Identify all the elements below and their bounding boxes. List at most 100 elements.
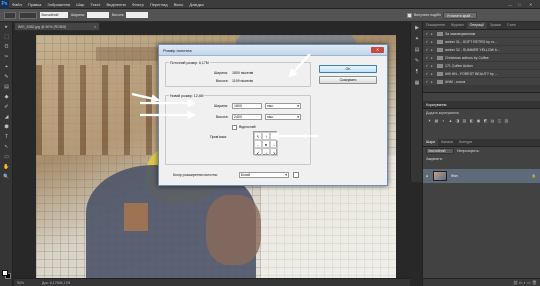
- actions-tab-4[interactable]: Стилі: [504, 22, 519, 29]
- action-check-icon[interactable]: ✓: [423, 48, 431, 52]
- adjustments-panel-header[interactable]: Коригування: [423, 101, 540, 109]
- tool-icon-7[interactable]: ◆: [0, 92, 13, 102]
- tool-icon-14[interactable]: ✋: [0, 162, 13, 172]
- anchor-cell-0[interactable]: ↖: [254, 132, 262, 140]
- zoom-level[interactable]: 50%: [17, 281, 24, 285]
- extension-color-label: Колір розширення полотна:: [173, 173, 218, 177]
- menu-item-8[interactable]: Вікно: [171, 2, 187, 7]
- tool-icon-3[interactable]: ✂: [0, 52, 13, 62]
- anchor-cell-2[interactable]: ↗: [270, 132, 278, 140]
- width-input[interactable]: 1800: [232, 103, 262, 109]
- actions-tab-0[interactable]: Поширення: [423, 22, 448, 29]
- adjustment-icon-3[interactable]: ▲: [447, 118, 454, 124]
- anchor-cell-5[interactable]: →: [270, 140, 278, 148]
- anchor-cell-3[interactable]: ←: [254, 140, 262, 148]
- action-set-row[interactable]: ✓ ▸ #09 HN - FOREST BEAUTY by ...: [423, 70, 540, 78]
- anchor-cell-1[interactable]: ↑: [262, 132, 270, 140]
- anchor-grid[interactable]: ↖ ↑ ↗ ← ● → ↙ ↓ ↘: [253, 131, 278, 156]
- tool-icon-4[interactable]: ⌖: [0, 62, 13, 72]
- tool-icon-5[interactable]: ✎: [0, 72, 13, 82]
- actions-tab-1[interactable]: Журнал: [448, 22, 467, 29]
- width-option-field[interactable]: [86, 12, 109, 18]
- action-check-icon[interactable]: ✓: [423, 32, 431, 36]
- width-unit-select[interactable]: пікс.: [265, 103, 301, 109]
- menu-item-3[interactable]: Шар: [73, 2, 87, 7]
- tool-icon-15[interactable]: 🔍: [0, 172, 13, 182]
- action-set-row[interactable]: ✓ ▸ amber 32 - SUMMER YELLOW b...: [423, 46, 540, 54]
- dialog-close-button[interactable]: ✕: [371, 47, 384, 53]
- actions-tab-2[interactable]: Операції: [466, 22, 487, 29]
- extension-color-swatch[interactable]: [293, 172, 299, 178]
- anchor-cell-8[interactable]: ↘: [270, 148, 278, 156]
- photo-child: [206, 195, 261, 265]
- height-input[interactable]: 2400: [232, 114, 262, 120]
- menu-item-7[interactable]: Перегляд: [147, 2, 171, 7]
- anchor-cell-6[interactable]: ↙: [254, 148, 262, 156]
- actions-tab-3[interactable]: Зразки: [487, 22, 504, 29]
- adjustment-icon-5[interactable]: ▧: [461, 118, 468, 124]
- maximize-button[interactable]: □: [518, 2, 520, 7]
- style-select[interactable]: Звичайний: [40, 12, 68, 18]
- adjustment-icon-1[interactable]: ▦: [433, 118, 440, 124]
- adjustment-icon-9[interactable]: ▤: [489, 118, 496, 124]
- action-check-icon[interactable]: ✓: [423, 80, 431, 84]
- document-tab[interactable]: IMG_5382.jpg @ 50% (RGB/8) ×: [14, 22, 100, 31]
- tool-icon-1[interactable]: ⬚: [0, 32, 13, 42]
- height-option-field[interactable]: [126, 12, 149, 18]
- selection-mode-buttons[interactable]: [19, 11, 37, 19]
- cancel-button[interactable]: Скасувати: [319, 76, 377, 84]
- tool-preset-picker[interactable]: [4, 11, 16, 19]
- action-check-icon[interactable]: ✓: [423, 64, 431, 68]
- anti-alias-checkbox[interactable]: [406, 12, 412, 18]
- ok-button[interactable]: OK: [319, 65, 377, 73]
- blend-mode-select[interactable]: Звичайний: [426, 148, 454, 154]
- menu-item-0[interactable]: Файл: [9, 2, 25, 7]
- tool-icon-0[interactable]: ▸: [0, 22, 13, 32]
- tool-icon-8[interactable]: ✐: [0, 102, 13, 112]
- adjustment-icon-6[interactable]: ◧: [468, 118, 475, 124]
- menu-item-4[interactable]: Текст: [87, 2, 103, 7]
- anchor-cell-7[interactable]: ↓: [262, 148, 270, 156]
- relative-checkbox[interactable]: [232, 125, 237, 130]
- close-document-icon[interactable]: ×: [94, 25, 96, 29]
- menu-item-9[interactable]: Довідка: [186, 2, 206, 7]
- menu-item-2[interactable]: Зображення: [44, 2, 73, 7]
- foreground-color-swatch[interactable]: [2, 270, 8, 276]
- layers-tab-0[interactable]: Шари: [423, 139, 439, 146]
- adjustment-icon-11[interactable]: ▥: [503, 118, 510, 124]
- layers-tab-2[interactable]: Контури: [456, 139, 475, 146]
- tool-icon-6[interactable]: ▤: [0, 82, 13, 92]
- menu-item-6[interactable]: Фільтр: [129, 2, 147, 7]
- action-set-row[interactable]: ✓ ▸ Christmas actions by Coffee: [423, 54, 540, 62]
- adjustment-icon-10[interactable]: ◫: [496, 118, 503, 124]
- layer-visibility-eye-icon[interactable]: ●: [426, 174, 433, 178]
- adjustment-icon-0[interactable]: ☀: [426, 118, 433, 124]
- menu-item-5[interactable]: Виділення: [103, 2, 128, 7]
- adjustment-icon-8[interactable]: ◩: [482, 118, 489, 124]
- anchor-cell-4[interactable]: ●: [262, 140, 270, 148]
- minimize-button[interactable]: —: [508, 2, 512, 7]
- adjustment-icon-2[interactable]: ◐: [440, 118, 447, 124]
- layer-row[interactable]: ● Фон 🔒: [423, 169, 540, 183]
- action-set-row[interactable]: ✓ ▸ 171 Coffee Action: [423, 62, 540, 70]
- action-check-icon[interactable]: ✓: [423, 40, 431, 44]
- tool-icon-9[interactable]: ◢: [0, 112, 13, 122]
- action-set-row[interactable]: ✓ ▸ За замовчуванням: [423, 30, 540, 38]
- adjustment-icon-7[interactable]: ▣: [475, 118, 482, 124]
- action-check-icon[interactable]: ✓: [423, 56, 431, 60]
- menu-item-1[interactable]: Правка: [25, 2, 45, 7]
- tool-icon-11[interactable]: T: [0, 132, 13, 142]
- height-unit-select[interactable]: пікс.: [265, 114, 301, 120]
- tool-icon-10[interactable]: ⬢: [0, 122, 13, 132]
- tool-icon-2[interactable]: ʘ: [0, 42, 13, 52]
- action-set-row[interactable]: ✓ ▸ ANM - cocoa: [423, 78, 540, 86]
- adjustment-icon-4[interactable]: ◨: [454, 118, 461, 124]
- tool-icon-12[interactable]: ↖: [0, 142, 13, 152]
- close-window-button[interactable]: ✕: [529, 2, 532, 7]
- refine-edge-button[interactable]: Уточнити край...: [442, 11, 477, 19]
- extension-color-select[interactable]: Білий: [239, 172, 289, 178]
- action-check-icon[interactable]: ✓: [423, 72, 431, 76]
- layers-tab-1[interactable]: Канали: [438, 139, 456, 146]
- tool-icon-13[interactable]: ▭: [0, 152, 13, 162]
- action-set-row[interactable]: ✓ ▸ amber 31 - SOFT RETRO by ro...: [423, 38, 540, 46]
